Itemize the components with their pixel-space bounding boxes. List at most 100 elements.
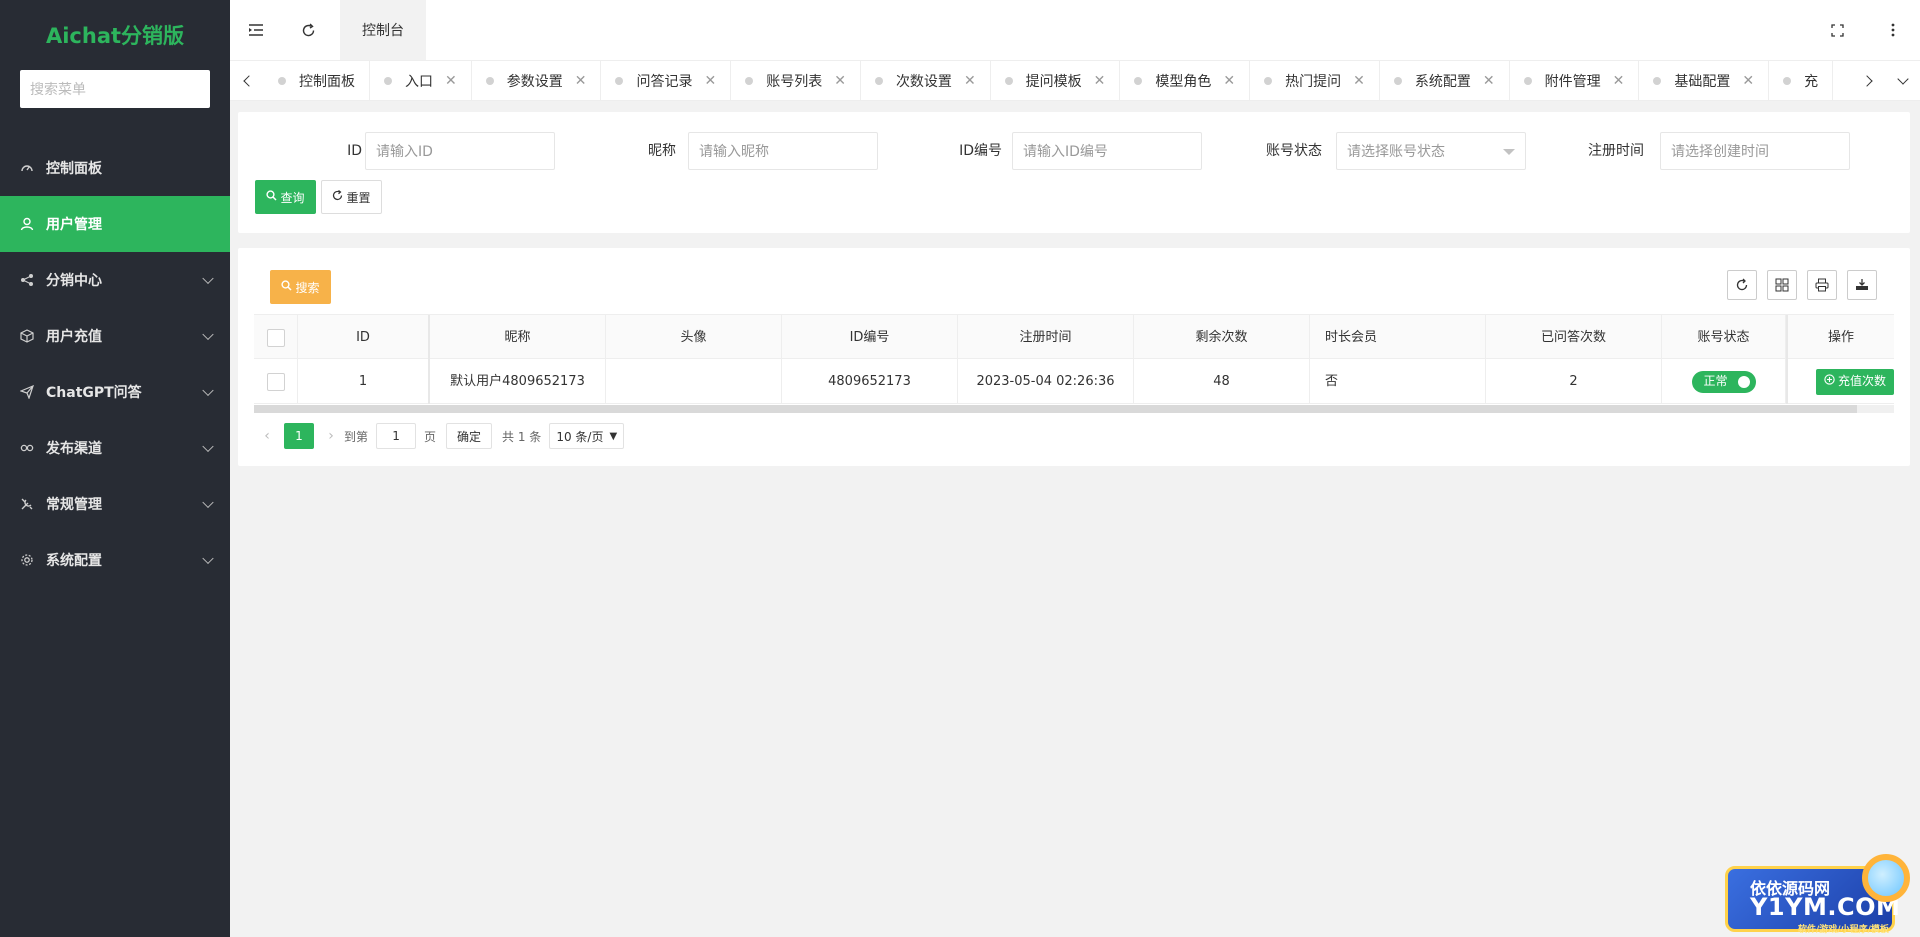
page-tab[interactable]: 次数设置 ✕	[861, 61, 991, 100]
export-icon[interactable]	[1847, 270, 1877, 300]
table-horizontal-scrollbar[interactable]	[254, 405, 1894, 413]
cell-id-no: 4809652173	[782, 359, 958, 404]
column-header-answered[interactable]: 已问答次数	[1486, 315, 1662, 360]
column-header-reg-time[interactable]: 注册时间	[958, 315, 1134, 360]
page-tab[interactable]: 系统配置 ✕	[1380, 61, 1510, 100]
sidebar-item-general[interactable]: 常规管理	[0, 476, 230, 532]
sidebar-item-distribution[interactable]: 分销中心	[0, 252, 230, 308]
row-checkbox[interactable]	[266, 372, 285, 391]
goto-page-input[interactable]: 1	[376, 423, 417, 449]
tab-dot-icon	[1264, 76, 1273, 85]
cell-status: 正常	[1662, 359, 1786, 404]
cell-action: 充值次数	[1786, 359, 1894, 404]
cell-nickname: 默认用户4809652173	[430, 359, 606, 404]
close-icon[interactable]: ✕	[704, 73, 716, 89]
sidebar-item-chatgpt[interactable]: ChatGPT问答	[0, 364, 230, 420]
scrollbar-thumb[interactable]	[254, 405, 1857, 413]
id-input[interactable]: 请输入ID	[365, 132, 555, 170]
row-select-cell	[254, 359, 298, 404]
tab-console[interactable]: 控制台	[340, 0, 426, 60]
tab-label: 基础配置	[1674, 73, 1731, 90]
sidebar-item-label: 系统配置	[46, 553, 102, 569]
page-size-select[interactable]: 10 条/页 ▼	[549, 423, 625, 449]
column-header-status[interactable]: 账号状态	[1662, 315, 1786, 360]
cell-reg-time: 2023-05-04 02:26:36	[958, 359, 1134, 404]
more-vertical-icon[interactable]	[1865, 0, 1920, 60]
sidebar-item-users[interactable]: 用户管理	[0, 196, 230, 252]
page-number-current[interactable]: 1	[284, 423, 314, 449]
tabs-scroll-right-icon[interactable]	[1852, 61, 1886, 100]
page-tab[interactable]: 基础配置 ✕	[1639, 61, 1770, 100]
column-header-avatar[interactable]: 头像	[606, 315, 782, 360]
chevron-down-icon	[202, 328, 214, 341]
column-header-id[interactable]: ID	[298, 315, 430, 360]
tabs-scroll-left-icon[interactable]	[230, 61, 264, 100]
status-select-placeholder: 请选择账号状态	[1347, 144, 1445, 160]
page-tab[interactable]: 控制面板	[264, 61, 370, 100]
close-icon[interactable]: ✕	[1742, 73, 1754, 89]
column-header-id-no[interactable]: ID编号	[782, 315, 958, 360]
close-icon[interactable]: ✕	[1094, 73, 1106, 89]
goto-confirm-button[interactable]: 确定	[446, 423, 493, 449]
page-tab[interactable]: 附件管理 ✕	[1510, 61, 1640, 100]
sidebar-item-label: 分销中心	[46, 273, 102, 289]
tab-label: 问答记录	[636, 73, 693, 90]
tab-dot-icon	[1523, 76, 1532, 85]
page-tab[interactable]: 模型角色 ✕	[1120, 61, 1251, 100]
close-icon[interactable]: ✕	[1613, 73, 1625, 89]
nickname-input[interactable]: 请输入昵称	[688, 132, 878, 170]
fullscreen-icon[interactable]	[1810, 0, 1865, 60]
sidebar-item-dashboard[interactable]: 控制面板	[0, 140, 230, 196]
page-tab[interactable]: 充	[1769, 61, 1834, 100]
refresh-icon[interactable]	[282, 0, 334, 60]
page-tab[interactable]: 热门提问 ✕	[1250, 61, 1380, 100]
cell-member: 否	[1310, 359, 1486, 404]
columns-filter-icon[interactable]	[1767, 270, 1797, 300]
page-tab[interactable]: 问答记录 ✕	[601, 61, 732, 100]
user-table-panel: 搜索 ID 昵称 头像 ID编号 注册时间 剩余次数 时长会员 已问答次数 账号…	[238, 248, 1910, 466]
column-header-member[interactable]: 时长会员	[1310, 315, 1486, 360]
close-icon[interactable]: ✕	[1353, 73, 1365, 89]
next-page-icon[interactable]: ›	[318, 423, 344, 449]
sidebar-item-label: 用户管理	[46, 217, 102, 233]
column-header-nickname[interactable]: 昵称	[430, 315, 606, 360]
page-tab[interactable]: 账号列表 ✕	[731, 61, 861, 100]
sidebar-item-system[interactable]: 系统配置	[0, 532, 230, 588]
close-icon[interactable]: ✕	[964, 73, 976, 89]
query-button[interactable]: 查询	[255, 180, 316, 214]
tab-label: 账号列表	[766, 73, 823, 90]
column-header-action: 操作	[1786, 315, 1894, 360]
sidebar-item-recharge[interactable]: 用户充值	[0, 308, 230, 364]
sidebar-item-label: ChatGPT问答	[46, 385, 142, 401]
reg-time-input[interactable]: 请选择创建时间	[1660, 132, 1850, 170]
status-toggle[interactable]: 正常	[1691, 370, 1756, 393]
page-tab[interactable]: 参数设置 ✕	[472, 61, 602, 100]
prev-page-icon[interactable]: ‹	[254, 423, 280, 449]
chevron-down-icon	[202, 384, 214, 397]
menu-fold-icon[interactable]	[230, 0, 282, 60]
tab-label: 系统配置	[1414, 73, 1471, 90]
table-refresh-icon[interactable]	[1727, 270, 1757, 300]
id-label: ID	[347, 143, 362, 159]
link-icon	[20, 441, 34, 455]
page-tab[interactable]: 提问模板 ✕	[991, 61, 1121, 100]
close-icon[interactable]: ✕	[1483, 73, 1495, 89]
column-header-remaining[interactable]: 剩余次数	[1134, 315, 1310, 360]
close-icon[interactable]: ✕	[1223, 73, 1235, 89]
menu-search-input[interactable]	[20, 70, 210, 108]
print-icon[interactable]	[1807, 270, 1837, 300]
close-icon[interactable]: ✕	[445, 73, 457, 89]
id-no-input[interactable]: 请输入ID编号	[1012, 132, 1202, 170]
select-all-checkbox[interactable]	[266, 328, 285, 347]
status-select[interactable]: 请选择账号状态	[1336, 132, 1526, 170]
page-tab[interactable]: 入口 ✕	[370, 61, 472, 100]
tab-dot-icon	[485, 76, 494, 85]
tabs-dropdown-icon[interactable]	[1886, 61, 1920, 100]
close-icon[interactable]: ✕	[575, 73, 587, 89]
sidebar-item-channels[interactable]: 发布渠道	[0, 420, 230, 476]
search-button[interactable]: 搜索	[270, 270, 331, 304]
watermark-badge: 依依源码网 Y1YM.COM 软件/游戏/小程序/模板	[1700, 846, 1920, 937]
recharge-button[interactable]: 充值次数	[1815, 368, 1894, 395]
close-icon[interactable]: ✕	[834, 73, 846, 89]
reset-button[interactable]: 重置	[321, 180, 382, 214]
